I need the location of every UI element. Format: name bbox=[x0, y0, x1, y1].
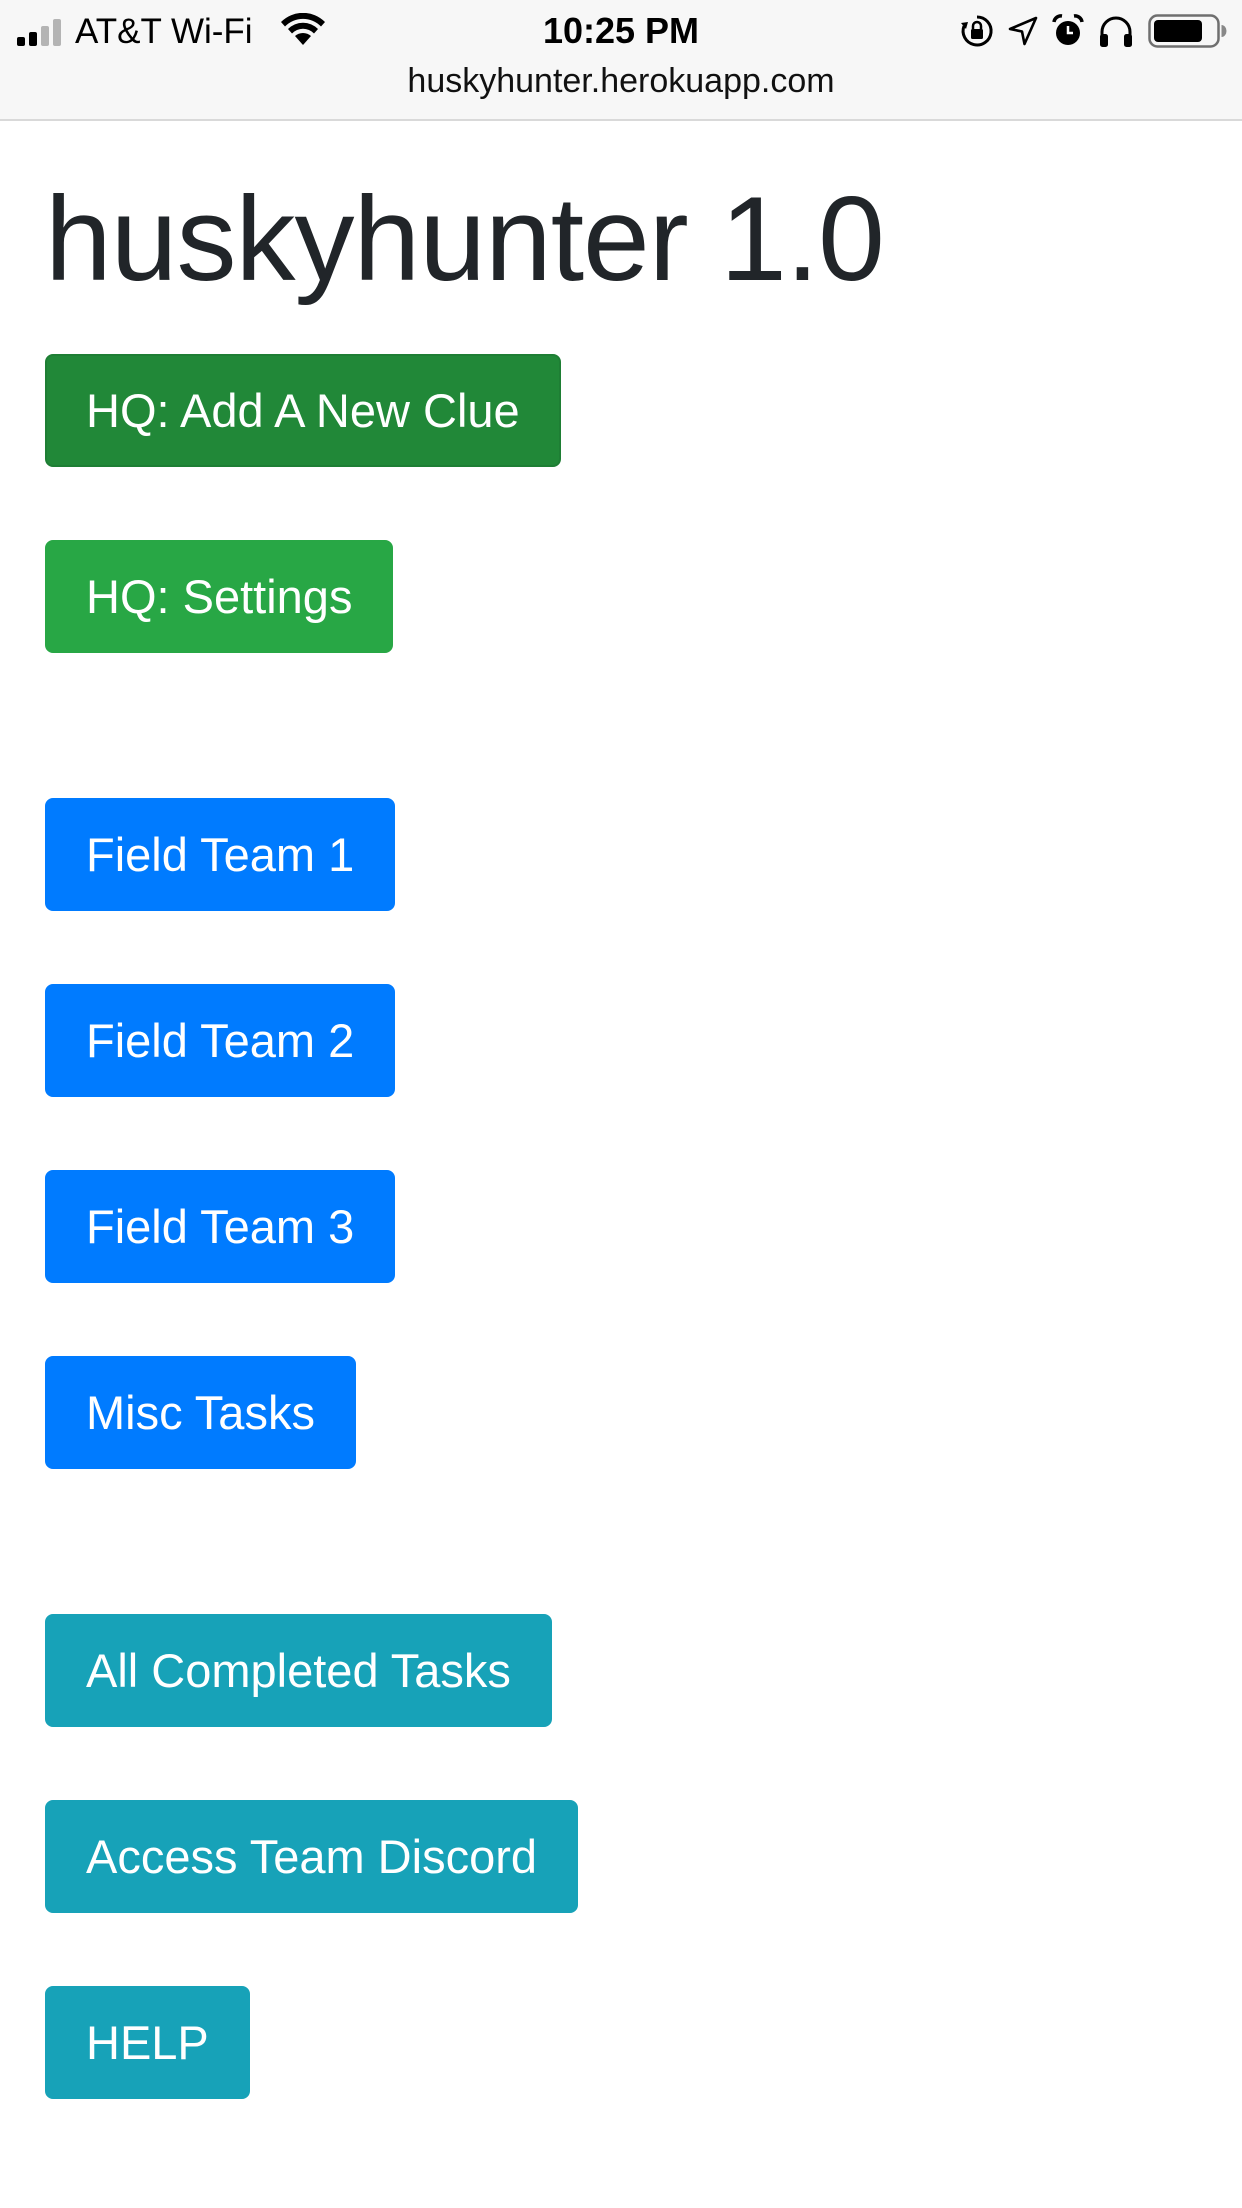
field-team-1-button[interactable]: Field Team 1 bbox=[45, 798, 396, 911]
field-team-2-button[interactable]: Field Team 2 bbox=[45, 984, 396, 1097]
misc-tasks-button[interactable]: Misc Tasks bbox=[45, 1356, 356, 1469]
battery-icon bbox=[1148, 13, 1228, 49]
alarm-clock-icon bbox=[1052, 14, 1084, 48]
browser-chrome: AT&T Wi-Fi 10:25 PM huskyhunter.herokuap… bbox=[0, 0, 1242, 121]
page-title: huskyhunter 1.0 bbox=[45, 172, 885, 306]
status-bar: AT&T Wi-Fi 10:25 PM bbox=[0, 0, 1242, 62]
location-arrow-icon bbox=[1008, 16, 1038, 46]
all-completed-tasks-button[interactable]: All Completed Tasks bbox=[45, 1614, 552, 1727]
hq-settings-button[interactable]: HQ: Settings bbox=[45, 540, 394, 653]
help-button[interactable]: HELP bbox=[45, 1986, 250, 2099]
orientation-lock-icon bbox=[960, 14, 994, 48]
field-team-3-button[interactable]: Field Team 3 bbox=[45, 1170, 396, 1283]
access-team-discord-button[interactable]: Access Team Discord bbox=[45, 1800, 578, 1913]
status-icons bbox=[946, 12, 1228, 50]
hq-add-clue-button[interactable]: HQ: Add A New Clue bbox=[45, 354, 561, 467]
headphones-icon bbox=[1098, 14, 1134, 48]
address-bar-url[interactable]: huskyhunter.herokuapp.com bbox=[0, 61, 1242, 101]
